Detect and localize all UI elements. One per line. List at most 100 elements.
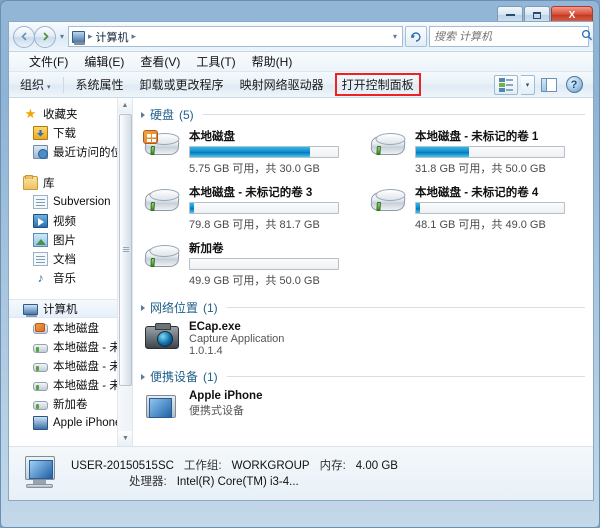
sidebar-item-label: 本地磁盘 [53,322,99,335]
drive-tile[interactable]: 本地磁盘 - 未标记的卷 4 48.1 GB 可用，共 49.0 GB [367,181,585,235]
preview-pane-icon [541,77,557,92]
open-control-panel-button[interactable]: 打开控制面板 [334,73,421,96]
video-icon [33,213,48,228]
capacity-fill [416,147,470,157]
sidebar-item-apple-iphone[interactable]: Apple iPhone [9,413,132,432]
sidebar-item-documents[interactable]: 文档 [9,249,132,268]
status-row-2: 处理器: Intel(R) Core(TM) i3-4... [71,474,398,490]
drive-tile[interactable]: 新加卷 49.9 GB 可用，共 50.0 GB [141,237,359,291]
scroll-down-button[interactable]: ▼ [118,431,132,446]
sidebar-item-downloads[interactable]: 下载 [9,123,132,142]
chevron-down-icon[interactable]: ▾ [393,32,399,41]
sidebar-item-local-disk-3[interactable]: 本地磁盘 - 未标记 [9,356,132,375]
iphone-icon [33,415,48,430]
sidebar-item-label: 下载 [53,127,76,140]
pane-left [542,78,547,91]
navigation-pane: ★ 收藏夹 下载 最近访问的位置 库 Subversion 视频 图片 文档 ♪… [9,98,133,446]
sidebar-item-network[interactable]: 🌐 网络 [9,444,132,446]
close-icon: X [568,9,576,21]
breadcrumb-item-computer[interactable]: 计算机 [96,29,129,45]
document-icon [33,251,48,266]
sidebar-item-local-disk-4[interactable]: 本地磁盘 - 未标记 [9,375,132,394]
menu-help[interactable]: 帮助(H) [246,52,299,71]
computer-status-icon [19,455,61,493]
collapse-triangle-icon[interactable] [141,373,145,380]
drive-capacity-text: 48.1 GB 可用，共 49.0 GB [415,219,546,231]
sidebar-item-favorites[interactable]: ★ 收藏夹 [9,104,132,123]
forward-button[interactable] [34,25,56,48]
organize-button[interactable]: 组织 ▾ [13,73,58,96]
sidebar-item-subversion[interactable]: Subversion [9,192,132,211]
sidebar-item-label: 计算机 [43,303,78,316]
sidebar-item-local-disk[interactable]: 本地磁盘 [9,318,132,337]
drive-tile[interactable]: 本地磁盘 5.75 GB 可用，共 30.0 GB [141,125,359,179]
drive-capacity-text: 49.9 GB 可用，共 50.0 GB [189,275,320,287]
sidebar-scrollbar[interactable]: ▲ ▼ [117,98,132,446]
system-drive-icon [33,322,48,334]
view-cell [506,78,513,81]
capacity-bar [415,202,565,214]
drive-tile[interactable]: 本地磁盘 - 未标记的卷 1 31.8 GB 可用，共 50.0 GB [367,125,585,179]
help-button[interactable]: ? [563,75,585,95]
sidebar-item-recent-places[interactable]: 最近访问的位置 [9,142,132,161]
sidebar-item-computer[interactable]: 计算机 [9,299,132,318]
drive-tile[interactable]: 本地磁盘 - 未标记的卷 3 79.8 GB 可用，共 81.7 GB [141,181,359,235]
section-header-portable-devices[interactable]: 便携设备 (1) [141,368,585,385]
device-info: Apple iPhone 便携式设备 [189,390,357,418]
preview-pane-button[interactable] [538,75,560,95]
nav-history-dropdown[interactable]: ▾ [58,32,66,41]
camera-icon [143,321,181,355]
search-icon[interactable] [581,29,593,44]
breadcrumb[interactable]: ▸ 计算机 ▸ ▾ [68,26,403,47]
sidebar-item-libraries[interactable]: 库 [9,173,132,192]
system-hard-drive-icon [143,128,181,162]
map-network-drive-button[interactable]: 映射网络驱动器 [233,73,331,96]
collapse-triangle-icon[interactable] [141,304,145,311]
menu-tools[interactable]: 工具(T) [190,52,241,71]
refresh-button[interactable] [405,26,427,47]
breadcrumb-chevron-icon[interactable]: ▸ [132,31,137,42]
sidebar-item-videos[interactable]: 视频 [9,211,132,230]
system-properties-button[interactable]: 系统属性 [69,73,131,96]
view-list-icon [499,77,513,92]
drive-info: 新加卷 49.9 GB 可用，共 50.0 GB [189,240,357,288]
collapse-triangle-icon[interactable] [141,111,145,118]
body: ★ 收藏夹 下载 最近访问的位置 库 Subversion 视频 图片 文档 ♪… [9,98,593,446]
item-version: 1.0.1.4 [189,345,223,357]
change-view-button[interactable] [494,74,518,95]
computer-icon [72,30,86,45]
menu-edit[interactable]: 编辑(E) [78,52,130,71]
section-header-hard-disks[interactable]: 硬盘 (5) [141,106,585,123]
monitor-base [26,483,53,488]
network-item-tile[interactable]: ECap.exe Capture Application 1.0.1.4 [141,318,359,360]
chevron-down-icon: ▾ [47,84,51,91]
menu-file[interactable]: 文件(F) [23,52,74,71]
picture-icon [33,232,48,247]
section-header-network-locations[interactable]: 网络位置 (1) [141,299,585,316]
menu-bar: 文件(F) 编辑(E) 查看(V) 工具(T) 帮助(H) [9,52,593,72]
drive-name: 本地磁盘 - 未标记的卷 1 [415,131,539,143]
search-input[interactable] [434,30,577,43]
sidebar-item-pictures[interactable]: 图片 [9,230,132,249]
scrollbar-thumb[interactable] [119,114,132,386]
drive-capacity-text: 5.75 GB 可用，共 30.0 GB [189,163,320,175]
drive-led [150,202,155,211]
device-tile[interactable]: Apple iPhone 便携式设备 [141,387,359,427]
drive-grid: 本地磁盘 5.75 GB 可用，共 30.0 GB 本地磁盘 - 未标记的卷 1 [141,125,585,291]
star-icon: ★ [24,105,37,121]
scroll-up-button[interactable]: ▲ [118,98,132,113]
sidebar-item-label: Subversion [53,195,111,208]
drive-info: 本地磁盘 - 未标记的卷 1 31.8 GB 可用，共 50.0 GB [415,128,583,176]
menu-view[interactable]: 查看(V) [134,52,186,71]
search-box[interactable] [429,26,593,47]
back-button[interactable] [13,25,35,48]
hard-drive-icon [143,240,181,274]
sidebar-item-music[interactable]: ♪ 音乐 [9,268,132,287]
sidebar-item-new-volume[interactable]: 新加卷 [9,394,132,413]
section-count: (1) [203,300,218,315]
uninstall-change-program-button[interactable]: 卸载或更改程序 [133,73,231,96]
sidebar-item-local-disk-1[interactable]: 本地磁盘 - 未标记 [9,337,132,356]
view-dropdown-caret[interactable]: ▾ [521,74,535,95]
item-description: 便携式设备 [189,405,244,417]
section-count: (1) [203,369,218,384]
